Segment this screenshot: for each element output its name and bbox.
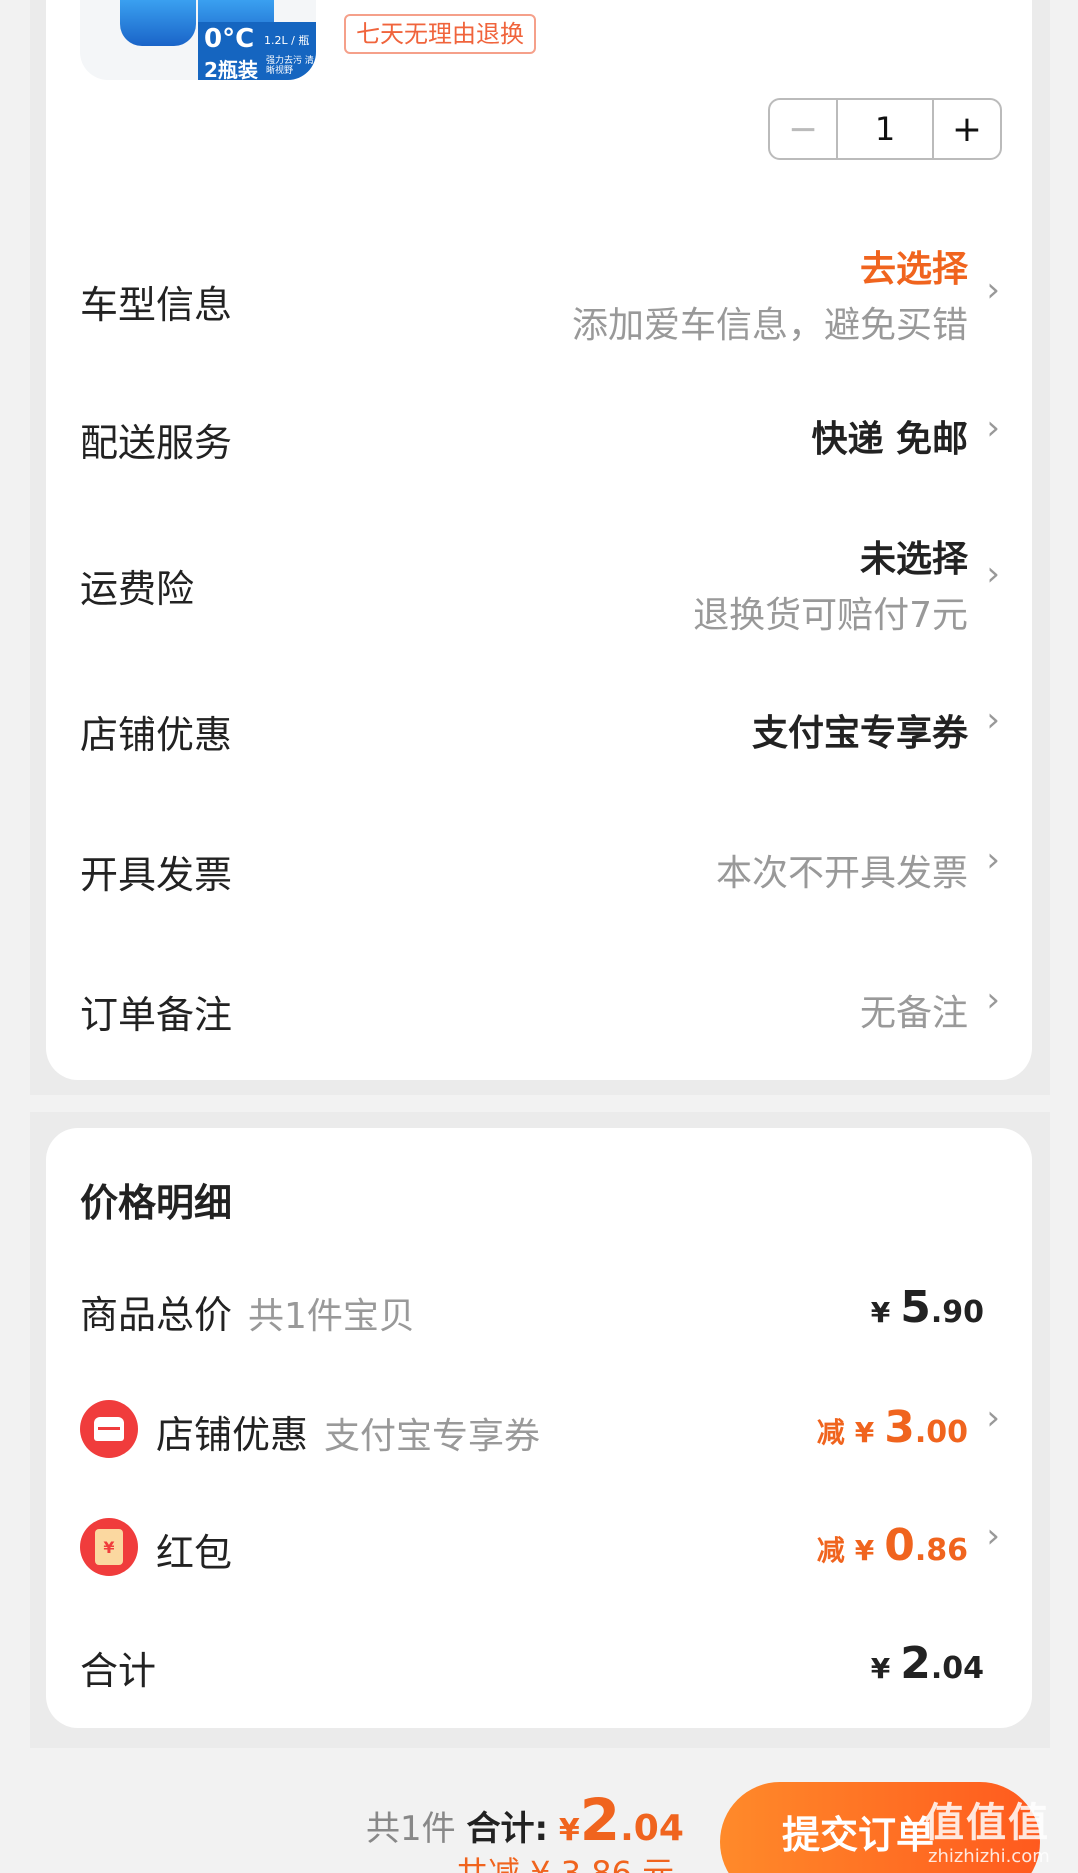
row-label: 配送服务 xyxy=(80,421,233,465)
red-packet-label: 红包 xyxy=(156,1531,233,1575)
vehicle-select-link[interactable]: 去选择 xyxy=(860,240,968,292)
product-image-volume: 1.2L / 瓶 xyxy=(264,34,310,47)
amount-integer: 2 xyxy=(900,1638,931,1689)
shop-coupon-text: 店铺优惠 xyxy=(156,1413,309,1457)
bottom-total-amount: ¥2.04 xyxy=(558,1786,684,1854)
row-label: 店铺优惠 xyxy=(80,713,233,757)
amount-integer: 0 xyxy=(884,1520,915,1571)
bottom-total: 共1件 合计: ¥2.04 xyxy=(366,1786,684,1854)
goods-total-amount: ¥5.90 xyxy=(871,1282,984,1333)
watermark-logo: 值值值 xyxy=(924,1800,1050,1846)
shop-coupon-label: 店铺优惠 支付宝专享券 xyxy=(156,1404,540,1459)
goods-count-note: 共1件宝贝 xyxy=(248,1296,415,1337)
goods-total-text: 商品总价 xyxy=(80,1293,233,1337)
row-label: 订单备注 xyxy=(80,993,233,1037)
amount-decimal: .90 xyxy=(930,1295,984,1330)
delivery-value: 快递 免邮 xyxy=(811,419,968,460)
amount-decimal: .04 xyxy=(620,1808,684,1849)
chevron-right-icon: › xyxy=(986,1516,1000,1556)
discount-prefix: 减 xyxy=(816,1534,845,1567)
chevron-right-icon: › xyxy=(986,1398,1000,1438)
amount-integer: 3 xyxy=(884,1402,915,1453)
row-label: 车型信息 xyxy=(80,283,233,327)
row-shop-discount[interactable]: 店铺优惠 支付宝专享券 › xyxy=(80,700,1000,760)
sum-amount: ¥2.04 xyxy=(871,1638,984,1689)
row-goods-total: 商品总价 共1件宝贝 ¥5.90 xyxy=(80,1280,1000,1340)
product-image-temp: 0°C xyxy=(204,24,255,54)
plus-icon[interactable]: + xyxy=(934,100,1000,158)
amount-integer: 2 xyxy=(579,1786,621,1854)
chevron-right-icon: › xyxy=(986,408,1000,448)
discount-prefix: 减 xyxy=(816,1416,845,1449)
row-red-packet[interactable]: ¥ 红包 减 ¥0.86 › xyxy=(80,1514,1000,1584)
chevron-right-icon: › xyxy=(986,270,1000,310)
shop-coupon-note: 支付宝专享券 xyxy=(324,1416,541,1457)
red-packet-glyph: ¥ xyxy=(95,1529,123,1565)
product-image-label: 0°C 1.2L / 瓶 2瓶装 强力去污 清晰视野 xyxy=(198,22,316,80)
row-delivery[interactable]: 配送服务 快递 免邮 › xyxy=(80,406,1000,466)
currency-symbol: ¥ xyxy=(558,1813,580,1848)
quantity-input[interactable]: 1 xyxy=(836,100,934,158)
vehicle-hint: 添加爱车信息，避免买错 xyxy=(571,305,968,346)
amount-decimal: .86 xyxy=(914,1533,968,1568)
product-image[interactable]: 0°C 1.2L / 瓶 2瓶装 强力去污 清晰视野 xyxy=(80,0,316,80)
shop-coupon-amount: 减 ¥3.00 xyxy=(817,1402,968,1453)
bottle-shape xyxy=(120,0,196,46)
return-policy-tag: 七天无理由退换 xyxy=(344,14,536,54)
row-order-note[interactable]: 订单备注 无备注 › xyxy=(80,980,1000,1040)
quantity-stepper: − 1 + xyxy=(768,98,1002,160)
order-note-value: 无备注 xyxy=(859,993,968,1034)
shop-discount-value: 支付宝专享券 xyxy=(751,713,968,754)
amount-decimal: .00 xyxy=(914,1415,968,1450)
product-image-tagline: 强力去污 清晰视野 xyxy=(266,56,314,76)
amount-decimal: .04 xyxy=(930,1651,984,1686)
chevron-right-icon: › xyxy=(986,980,1000,1020)
row-label: 运费险 xyxy=(80,567,195,611)
bottom-saved-amount: 共减 ¥ 3.86 元 xyxy=(456,1854,675,1873)
shop-glyph xyxy=(94,1417,124,1441)
insurance-hint: 退换货可赔付7元 xyxy=(693,595,968,636)
currency-symbol: ¥ xyxy=(854,1416,875,1449)
row-vehicle-info[interactable]: 车型信息 去选择 添加爱车信息，避免买错 › xyxy=(80,236,1000,356)
amount-integer: 5 xyxy=(900,1282,931,1333)
chevron-right-icon: › xyxy=(986,554,1000,594)
price-detail-title: 价格明细 xyxy=(80,1181,233,1225)
red-packet-icon: ¥ xyxy=(80,1518,138,1576)
insurance-value: 未选择 xyxy=(859,539,968,580)
currency-symbol: ¥ xyxy=(854,1534,875,1567)
chevron-right-icon: › xyxy=(986,700,1000,740)
row-shipping-insurance[interactable]: 运费险 未选择 退换货可赔付7元 › xyxy=(80,526,1000,646)
row-sum: 合计 ¥2.04 xyxy=(80,1636,1000,1696)
submit-order-label: 提交订单 xyxy=(782,1813,935,1857)
currency-symbol: ¥ xyxy=(870,1652,891,1685)
shop-icon xyxy=(80,1400,138,1458)
row-shop-coupon[interactable]: 店铺优惠 支付宝专享券 减 ¥3.00 › xyxy=(80,1396,1000,1466)
bottom-total-label: 合计: xyxy=(466,1809,549,1849)
minus-icon[interactable]: − xyxy=(770,100,836,158)
product-image-pack: 2瓶装 xyxy=(204,58,258,80)
row-label: 开具发票 xyxy=(80,853,233,897)
sum-label: 合计 xyxy=(80,1649,157,1693)
chevron-right-icon: › xyxy=(986,840,1000,880)
invoice-value: 本次不开具发票 xyxy=(715,853,968,894)
red-packet-amount: 减 ¥0.86 xyxy=(817,1520,968,1571)
watermark-url: zhizhizhi.com xyxy=(928,1846,1050,1867)
goods-total-label: 商品总价 共1件宝贝 xyxy=(80,1284,415,1339)
currency-symbol: ¥ xyxy=(870,1296,891,1329)
bottom-item-count: 共1件 xyxy=(366,1809,456,1849)
row-invoice[interactable]: 开具发票 本次不开具发票 › xyxy=(80,840,1000,900)
